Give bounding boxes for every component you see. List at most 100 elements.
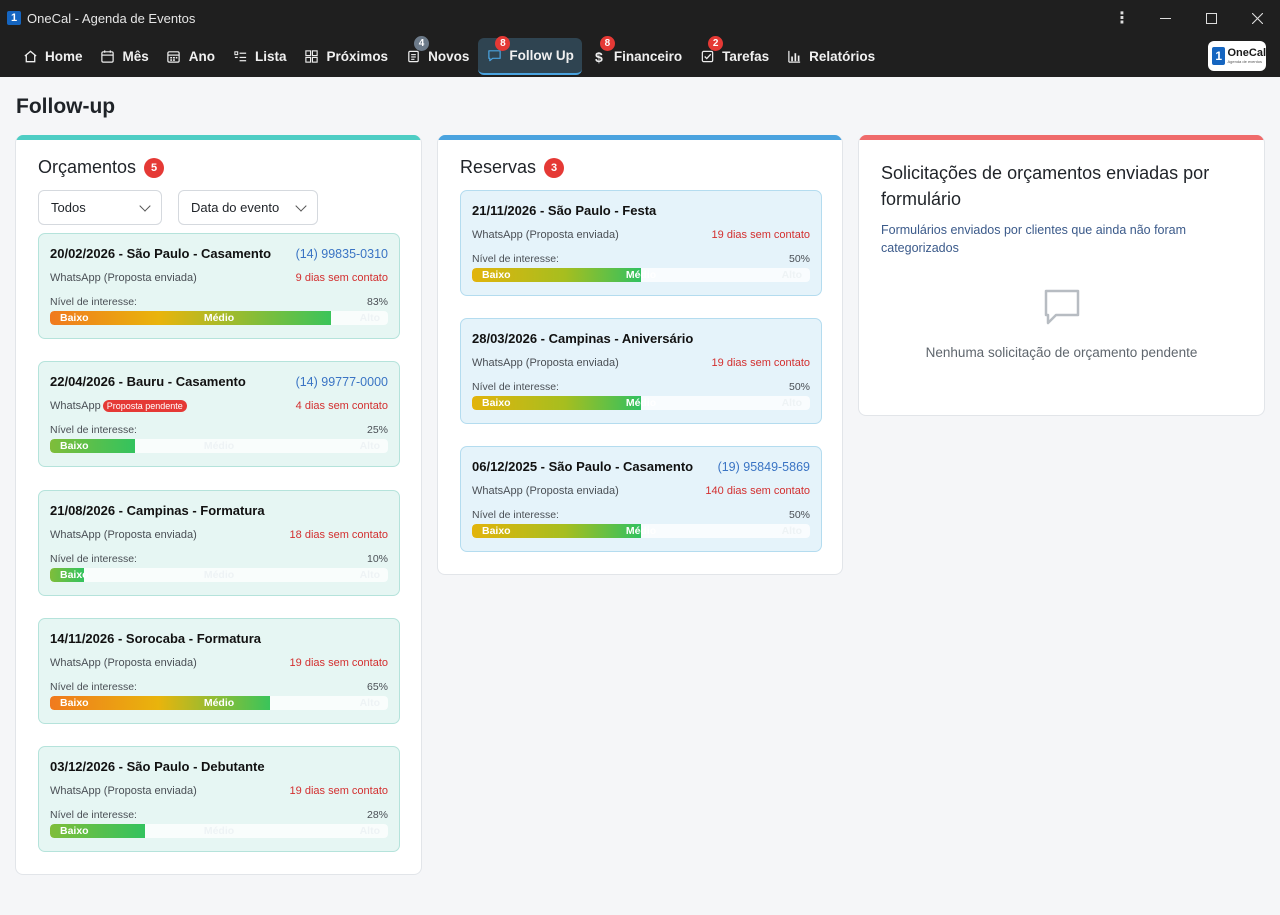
lead-card-title: 28/03/2026 - Campinas - Aniversário	[472, 331, 694, 346]
lead-card-title: 22/04/2026 - Bauru - Casamento	[50, 374, 246, 389]
lead-card[interactable]: 14/11/2026 - Sorocaba - Formatura WhatsAp…	[38, 618, 400, 724]
solicitacoes-accent-bar	[859, 135, 1264, 140]
grid-icon	[304, 49, 320, 65]
nav-proximos-label: Próximos	[326, 49, 389, 64]
more-options-icon[interactable]: ⋮	[1102, 0, 1142, 36]
brand-mark: 1	[1212, 47, 1226, 65]
empty-state-text: Nenhuma solicitação de orçamento pendent…	[925, 345, 1198, 360]
lead-card[interactable]: 22/04/2026 - Bauru - Casamento (14) 99777…	[38, 361, 400, 467]
nav-novos[interactable]: Novos 4	[397, 36, 477, 75]
interest-low-label: Baixo	[60, 440, 89, 452]
interest-low-label: Baixo	[482, 397, 511, 409]
minimize-button[interactable]	[1142, 0, 1188, 36]
nav-tarefas[interactable]: Tarefas 2	[691, 36, 777, 75]
close-button[interactable]	[1234, 0, 1280, 36]
interest-percent: 28%	[366, 809, 388, 821]
title-bar: 1 OneCal - Agenda de Eventos ⋮	[0, 0, 1280, 36]
interest-mid-label: Médio	[203, 440, 235, 452]
nav-mes[interactable]: Mês	[92, 38, 157, 75]
lead-card[interactable]: 20/02/2026 - São Paulo - Casamento (14) 9…	[38, 233, 400, 339]
proposal-pending-badge: Proposta pendente	[102, 400, 187, 412]
maximize-button[interactable]	[1188, 0, 1234, 36]
dollar-icon: $	[594, 48, 603, 65]
interest-mid-label: Médio	[203, 697, 235, 709]
interest-mid-label: Médio	[203, 825, 235, 837]
lead-card-title: 14/11/2026 - Sorocaba - Formatura	[50, 631, 261, 646]
interest-bar: Baixo Médio Alto	[50, 568, 388, 582]
lead-card[interactable]: 21/08/2026 - Campinas - Formatura WhatsAp…	[38, 490, 400, 596]
sort-filter-value: Data do evento	[191, 200, 280, 215]
interest-high-label: Alto	[359, 825, 380, 837]
lead-card-channel: WhatsApp (Proposta enviada)	[50, 272, 197, 284]
interest-label: Nível de interesse:	[472, 381, 559, 393]
nav-ano[interactable]: Ano	[158, 38, 223, 75]
status-filter-select[interactable]: Todos	[38, 190, 162, 225]
interest-label: Nível de interesse:	[50, 553, 137, 565]
list-icon	[232, 49, 248, 65]
lead-card-phone-link[interactable]: (14) 99835-0310	[296, 247, 388, 261]
nav-tarefas-label: Tarefas	[722, 49, 770, 64]
nav-home[interactable]: Home	[14, 38, 91, 75]
interest-label: Nível de interesse:	[50, 681, 137, 693]
interest-bar: Baixo Médio Alto	[472, 268, 810, 282]
interest-percent: 50%	[788, 509, 810, 521]
interest-bar: Baixo Médio Alto	[50, 824, 388, 838]
lead-card[interactable]: 28/03/2026 - Campinas - Aniversário Whats…	[460, 318, 822, 424]
nav-home-label: Home	[45, 49, 83, 64]
nav-lista[interactable]: Lista	[224, 38, 295, 75]
nav-financeiro[interactable]: $ Financeiro 8	[583, 36, 690, 75]
interest-bar: Baixo Médio Alto	[50, 311, 388, 325]
nav-relatorios[interactable]: Relatórios	[778, 38, 883, 75]
chat-bubble-icon	[1042, 287, 1082, 332]
brand-logo: 1 OneCal Agenda de eventos	[1208, 41, 1266, 71]
interest-low-label: Baixo	[60, 825, 89, 837]
lead-card-phone-link[interactable]: (19) 95849-5869	[718, 460, 810, 474]
interest-high-label: Alto	[359, 569, 380, 581]
interest-label: Nível de interesse:	[50, 809, 137, 821]
brand-tagline: Agenda de eventos	[1227, 59, 1262, 64]
orcamentos-filters: Todos Data do evento	[38, 190, 421, 225]
page-title: Follow-up	[16, 95, 116, 118]
interest-bar: Baixo Médio Alto	[472, 524, 810, 538]
nav-proximos[interactable]: Próximos	[296, 38, 397, 75]
lead-card-days-since-contact: 19 dias sem contato	[711, 357, 810, 369]
interest-high-label: Alto	[781, 269, 802, 281]
nav-mes-label: Mês	[122, 49, 149, 64]
interest-mid-label: Médio	[625, 269, 657, 281]
lead-card-title: 03/12/2026 - São Paulo - Debutante	[50, 759, 265, 774]
lead-card-channel-text: WhatsApp (Proposta enviada)	[472, 357, 619, 369]
orcamentos-header: Orçamentos 5	[38, 157, 421, 178]
nav-follow-up-label: Follow Up	[509, 48, 574, 63]
lead-card[interactable]: 06/12/2025 - São Paulo - Casamento (19) 9…	[460, 446, 822, 552]
reservas-count-badge: 3	[544, 157, 565, 178]
nav-tarefas-badge: 2	[708, 36, 724, 51]
interest-low-label: Baixo	[60, 312, 89, 324]
interest-label: Nível de interesse:	[472, 253, 559, 265]
sort-filter-select[interactable]: Data do evento	[178, 190, 318, 225]
lead-card[interactable]: 21/11/2026 - São Paulo - Festa WhatsApp (…	[460, 190, 822, 296]
lead-card-phone-link[interactable]: (14) 99777-0000	[296, 375, 388, 389]
interest-mid-label: Médio	[203, 312, 235, 324]
lead-card[interactable]: 03/12/2026 - São Paulo - Debutante WhatsA…	[38, 746, 400, 852]
interest-mid-label: Médio	[203, 569, 235, 581]
calendar-grid-icon	[166, 49, 182, 65]
status-filter-value: Todos	[51, 200, 86, 215]
nav-novos-label: Novos	[428, 49, 470, 64]
interest-bar: Baixo Médio Alto	[50, 696, 388, 710]
interest-percent: 50%	[788, 253, 810, 265]
solicitacoes-subtitle: Formulários enviados por clientes que ai…	[881, 223, 1187, 255]
lead-card-title: 06/12/2025 - São Paulo - Casamento	[472, 459, 694, 474]
interest-low-label: Baixo	[60, 697, 89, 709]
nav-follow-up[interactable]: Follow Up 8	[478, 36, 582, 75]
reservas-header: Reservas 3	[460, 157, 842, 178]
lead-card-title: 21/11/2026 - São Paulo - Festa	[472, 203, 657, 218]
reservas-column: Reservas 3 21/11/2026 - São Paulo - Fest…	[437, 135, 843, 575]
lead-card-days-since-contact: 9 dias sem contato	[295, 272, 388, 284]
lead-card-channel: WhatsApp (Proposta enviada)	[50, 657, 197, 669]
interest-low-label: Baixo	[482, 525, 511, 537]
nav-financeiro-badge: 8	[599, 36, 615, 51]
lead-card-days-since-contact: 18 dias sem contato	[289, 529, 388, 541]
interest-label: Nível de interesse:	[50, 296, 137, 308]
lead-card-channel-text: WhatsApp (Proposta enviada)	[50, 657, 197, 669]
lead-card-days-since-contact: 19 dias sem contato	[289, 657, 388, 669]
